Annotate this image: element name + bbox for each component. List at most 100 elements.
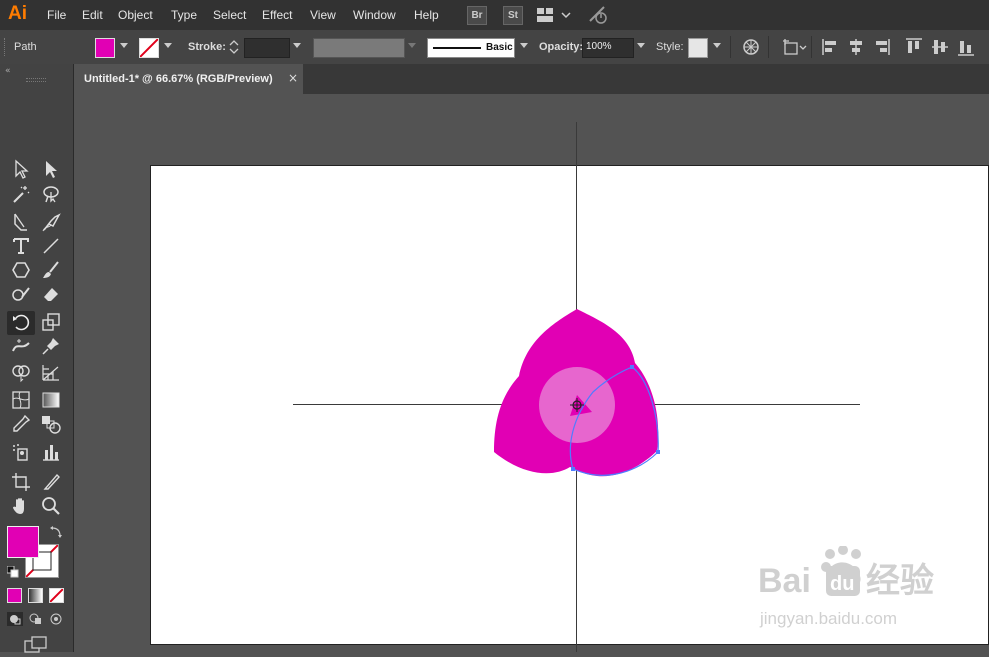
panel-grip[interactable] xyxy=(4,38,8,56)
fill-color-swatch[interactable] xyxy=(7,526,39,558)
zoom-icon[interactable] xyxy=(40,495,62,517)
menu-help[interactable]: Help xyxy=(414,8,439,22)
screen-mode-icon[interactable] xyxy=(24,636,48,657)
menu-edit[interactable]: Edit xyxy=(82,8,103,22)
stroke-weight-input[interactable] xyxy=(244,38,290,58)
panel-grip[interactable] xyxy=(26,78,46,82)
draw-normal-icon[interactable] xyxy=(7,612,23,626)
control-bar: Path Stroke: Basic Opacity: 100% Style: xyxy=(0,30,989,65)
eraser-icon[interactable] xyxy=(40,283,62,305)
menu-bar: Ai File Edit Object Type Select Effect V… xyxy=(0,0,989,30)
bridge-button[interactable]: Br xyxy=(467,6,487,25)
style-label: Style: xyxy=(656,41,684,53)
recolor-artwork-icon[interactable] xyxy=(742,38,760,59)
divider xyxy=(768,36,769,58)
collapse-panel-icon[interactable]: « xyxy=(5,66,11,76)
menu-file[interactable]: File xyxy=(47,8,66,22)
tools-panel: « xyxy=(0,64,74,653)
hexagon-icon[interactable] xyxy=(10,259,32,281)
symbol-sprayer-icon[interactable] xyxy=(10,441,32,463)
anchor-point[interactable] xyxy=(656,450,660,454)
stroke-weight-stepper[interactable] xyxy=(227,38,241,56)
slice-icon[interactable] xyxy=(40,471,62,493)
align-right-icon[interactable] xyxy=(874,38,890,59)
shape-builder-icon[interactable] xyxy=(10,361,32,383)
hand-icon[interactable] xyxy=(10,495,32,517)
curvature-icon[interactable] xyxy=(40,211,62,233)
stroke-dropdown-chevron-icon[interactable] xyxy=(164,43,172,48)
app-logo: Ai xyxy=(8,3,27,24)
rotate-tool-active[interactable] xyxy=(7,311,35,335)
arrange-documents-icon[interactable] xyxy=(537,7,571,26)
draw-behind-icon[interactable] xyxy=(28,612,44,629)
direct-selection-arrow-icon[interactable] xyxy=(40,158,62,180)
opacity-value: 100% xyxy=(586,41,612,52)
fill-swatch[interactable] xyxy=(95,38,115,58)
align-left-icon[interactable] xyxy=(822,38,838,59)
menu-effect[interactable]: Effect xyxy=(262,8,292,22)
stroke-label: Stroke: xyxy=(188,41,226,53)
divider xyxy=(811,36,812,58)
gpu-performance-icon[interactable] xyxy=(588,5,610,28)
line-segment-icon[interactable] xyxy=(40,235,62,257)
align-horizontal-center-icon[interactable] xyxy=(848,38,864,59)
close-icon[interactable]: × xyxy=(288,71,298,85)
svg-text:jingyan.baidu.com: jingyan.baidu.com xyxy=(759,609,897,628)
color-mode-button[interactable] xyxy=(7,588,22,603)
opacity-chevron-icon[interactable] xyxy=(637,43,645,48)
brush-name: Basic xyxy=(486,42,513,53)
scale-icon[interactable] xyxy=(40,311,62,333)
menu-window[interactable]: Window xyxy=(353,8,396,22)
menu-select[interactable]: Select xyxy=(213,8,246,22)
graphic-style-swatch[interactable] xyxy=(688,38,708,58)
align-to-icon[interactable] xyxy=(781,37,809,60)
column-graph-icon[interactable] xyxy=(40,441,62,463)
svg-text:Bai: Bai xyxy=(758,562,811,600)
style-chevron-icon[interactable] xyxy=(713,43,721,48)
lasso-icon[interactable] xyxy=(40,183,62,205)
stroke-swatch[interactable] xyxy=(139,38,159,58)
brush-stroke-preview xyxy=(433,47,481,49)
stock-button[interactable]: St xyxy=(503,6,523,25)
width-profile-chevron-icon xyxy=(408,43,416,48)
menu-view[interactable]: View xyxy=(310,8,336,22)
selection-arrow-icon[interactable] xyxy=(10,158,32,180)
paintbrush-icon[interactable] xyxy=(40,259,62,281)
none-mode-button[interactable] xyxy=(49,588,64,603)
draw-inside-icon[interactable] xyxy=(49,612,65,629)
perspective-grid-icon[interactable] xyxy=(40,361,62,383)
gradient-mode-button[interactable] xyxy=(28,588,43,603)
menu-type[interactable]: Type xyxy=(171,8,197,22)
align-top-icon[interactable] xyxy=(905,38,923,59)
menu-object[interactable]: Object xyxy=(118,8,153,22)
selection-type-label: Path xyxy=(14,41,37,53)
type-icon[interactable] xyxy=(10,235,32,257)
brush-definition[interactable]: Basic xyxy=(427,38,515,58)
fill-dropdown-chevron-icon[interactable] xyxy=(120,43,128,48)
magic-wand-icon[interactable] xyxy=(10,183,32,205)
blend-icon[interactable] xyxy=(40,413,62,435)
artboard-icon[interactable] xyxy=(10,471,32,493)
baidu-jingyan-watermark-logo: Bai du 经验 jingyan.baidu.com xyxy=(758,546,934,628)
align-vertical-center-icon[interactable] xyxy=(931,38,949,59)
swap-fill-stroke-icon[interactable] xyxy=(50,526,62,541)
opacity-input[interactable]: 100% xyxy=(582,38,634,58)
brush-chevron-icon[interactable] xyxy=(520,43,528,48)
width-icon[interactable] xyxy=(10,335,32,357)
anchor-point[interactable] xyxy=(630,365,634,369)
anchor-point[interactable] xyxy=(571,467,575,471)
align-bottom-icon[interactable] xyxy=(957,38,975,59)
svg-text:经验: 经验 xyxy=(866,561,934,600)
divider xyxy=(730,36,731,58)
eyedropper-icon[interactable] xyxy=(10,413,32,435)
document-tab-title[interactable]: Untitled-1* @ 66.67% (RGB/Preview) xyxy=(84,73,273,85)
pen-icon[interactable] xyxy=(10,211,32,233)
variable-width-profile[interactable] xyxy=(313,38,405,58)
gradient-icon[interactable] xyxy=(40,389,62,411)
triangular-flower-artwork[interactable] xyxy=(480,300,680,490)
shaper-icon[interactable] xyxy=(10,283,32,305)
default-colors-icon[interactable] xyxy=(6,565,19,581)
mesh-icon[interactable] xyxy=(10,389,32,411)
pushpin-icon[interactable] xyxy=(40,335,62,357)
stroke-weight-chevron-icon[interactable] xyxy=(293,43,301,48)
